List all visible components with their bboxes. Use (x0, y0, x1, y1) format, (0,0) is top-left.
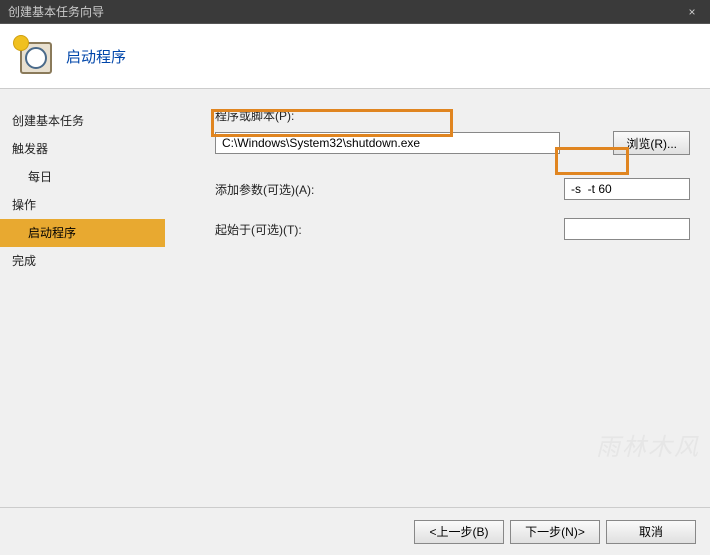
titlebar: 创建基本任务向导 × (0, 0, 710, 24)
back-button[interactable]: <上一步(B) (414, 520, 504, 544)
task-scheduler-icon (16, 38, 52, 74)
wizard-steps-sidebar: 创建基本任务 触发器 每日 操作 启动程序 完成 (0, 89, 165, 507)
page-title: 启动程序 (66, 46, 126, 67)
wizard-footer: <上一步(B) 下一步(N)> 取消 (0, 507, 710, 555)
start-in-input[interactable] (564, 218, 690, 240)
cancel-button[interactable]: 取消 (606, 520, 696, 544)
sidebar-item-daily[interactable]: 每日 (0, 163, 165, 191)
sidebar-item-action[interactable]: 操作 (0, 191, 165, 219)
wizard-window: 创建基本任务向导 × 启动程序 创建基本任务 触发器 每日 操作 启动程序 完成… (0, 0, 710, 555)
browse-button[interactable]: 浏览(R)... (613, 131, 690, 155)
program-script-input[interactable] (215, 132, 560, 154)
add-arguments-label: 添加参数(可选)(A): (215, 181, 555, 198)
program-script-label: 程序或脚本(P): (215, 107, 702, 124)
start-in-label: 起始于(可选)(T): (215, 221, 555, 238)
sidebar-item-create-task[interactable]: 创建基本任务 (0, 107, 165, 135)
sidebar-item-start-program[interactable]: 启动程序 (0, 219, 165, 247)
sidebar-item-finish[interactable]: 完成 (0, 247, 165, 275)
close-icon[interactable]: × (682, 5, 702, 19)
wizard-body: 创建基本任务 触发器 每日 操作 启动程序 完成 程序或脚本(P): 浏览(R)… (0, 89, 710, 507)
wizard-header: 启动程序 (0, 24, 710, 89)
wizard-content: 程序或脚本(P): 浏览(R)... 添加参数(可选)(A): 起始于(可选)(… (165, 89, 710, 507)
sidebar-item-trigger[interactable]: 触发器 (0, 135, 165, 163)
window-title: 创建基本任务向导 (8, 3, 682, 20)
next-button[interactable]: 下一步(N)> (510, 520, 600, 544)
add-arguments-input[interactable] (564, 178, 690, 200)
